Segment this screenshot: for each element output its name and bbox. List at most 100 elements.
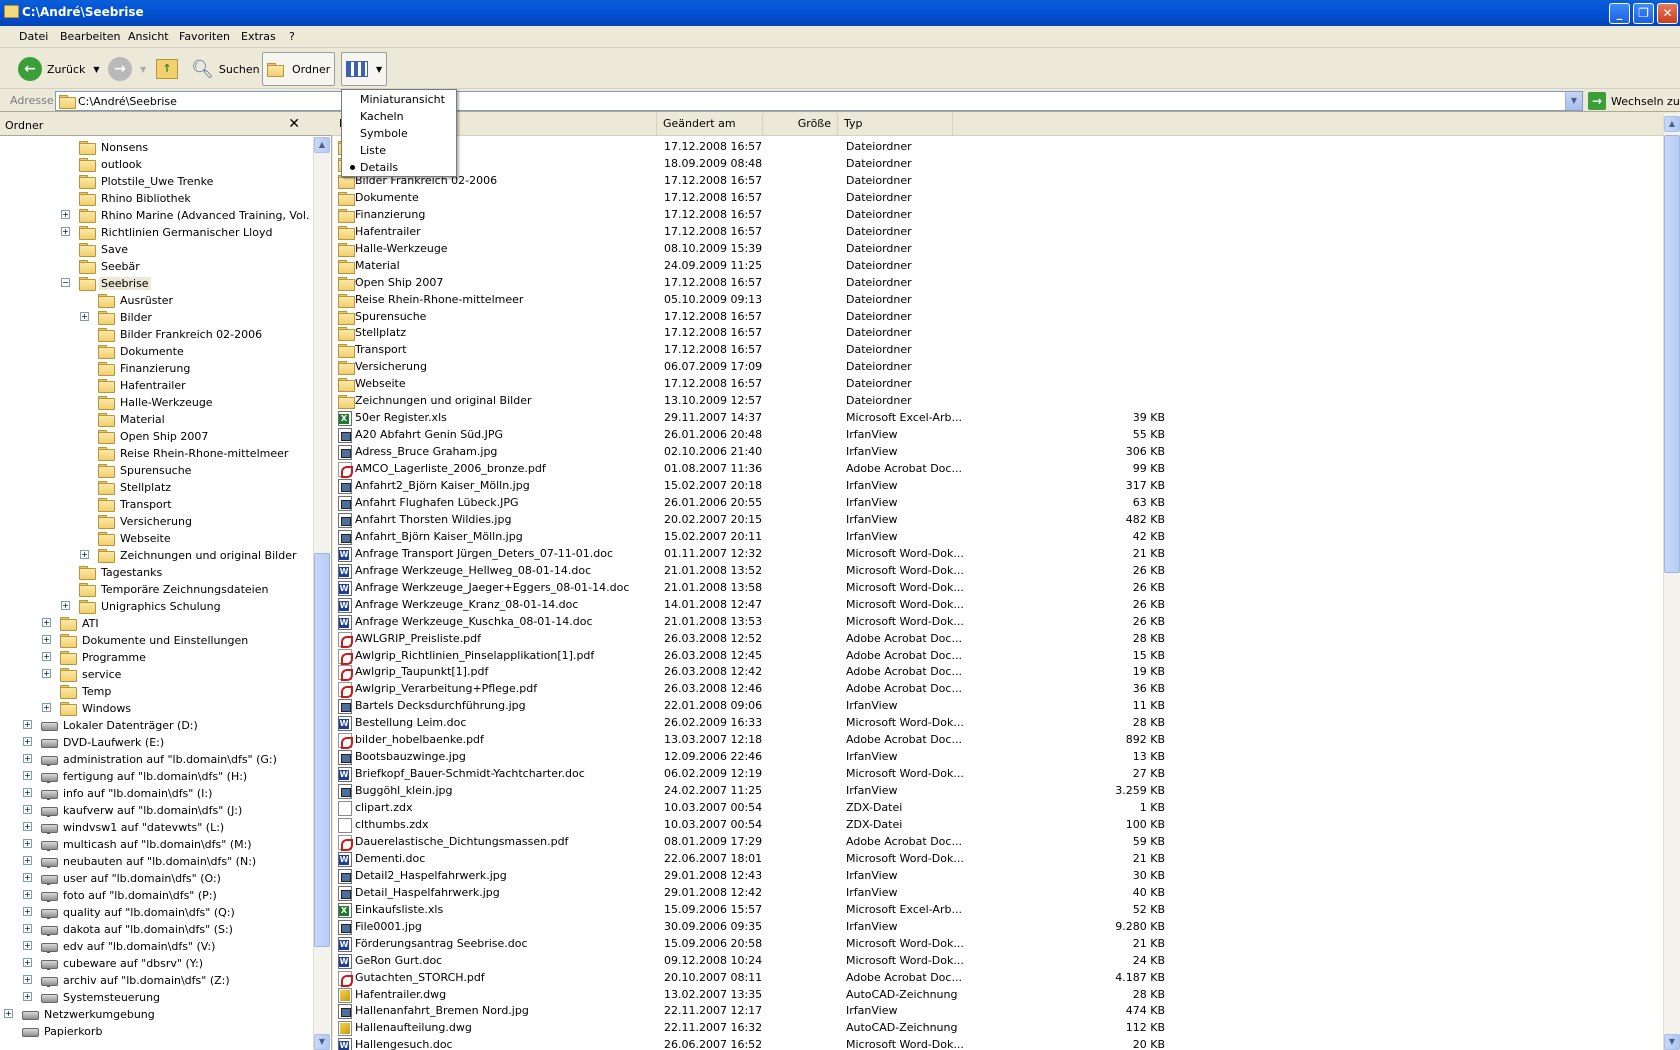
file-row[interactable]: AMCO_Lagerliste_2006_bronze.pdf 01.08.200… xyxy=(333,460,1663,479)
file-row[interactable]: Anfrage Werkzeuge_Kuschka_08-01-14.doc21… xyxy=(333,613,1663,630)
file-row[interactable]: 50er Register.xls29.11.2007 14:3739 KBMi… xyxy=(333,409,1663,427)
file-row[interactable]: clthumbs.zdx 10.03.2007 00:54 100 KB ZDX-Da… xyxy=(333,816,1663,833)
file-row[interactable]: Reise Rhein-Rhone-mittelmeer 05.10.2009 0… xyxy=(333,291,1663,308)
tree-item[interactable]: Ausrüster xyxy=(98,292,175,308)
tree-item[interactable]: + Systemsteuerung xyxy=(23,989,162,1005)
file-row[interactable]: Webseite 17.12.2008 16:57 Dateiordner xyxy=(333,375,1663,393)
expand-icon[interactable]: + xyxy=(42,635,51,644)
expand-icon[interactable]: + xyxy=(23,771,32,780)
file-row[interactable]: Zeichnungen und original Bilder 13.10.200… xyxy=(333,392,1663,410)
expand-icon[interactable]: + xyxy=(42,618,51,627)
tree-item[interactable]: + kaufverw auf "lb.domain\dfs" (J:) xyxy=(23,802,244,818)
tree-item[interactable]: + quality auf "lb.domain\dfs" (Q:) xyxy=(23,904,237,920)
scroll-thumb[interactable] xyxy=(314,553,330,947)
tree-item[interactable]: Hafentrailer xyxy=(98,377,188,393)
expand-icon[interactable]: + xyxy=(23,822,32,831)
chevron-down-icon[interactable]: ▼ xyxy=(140,65,146,74)
menu-bearbeiten[interactable]: Bearbeiten xyxy=(60,30,120,43)
file-row[interactable]: Versicherung 06.07.2009 17:09 Dateiordner xyxy=(333,358,1663,376)
file-row[interactable]: bilder_hobelbaenke.pdf 13.03.2007 12:18 89… xyxy=(333,731,1663,750)
file-row[interactable]: Material 24.09.2009 11:25 Dateiordner xyxy=(333,257,1663,274)
expand-icon[interactable]: + xyxy=(23,737,32,746)
file-row[interactable]: clipart.zdx 10.03.2007 00:54 1 KB ZDX-Datei xyxy=(333,799,1663,817)
menu-datei[interactable]: Datei xyxy=(19,30,48,43)
tree-item[interactable]: + cubeware auf "dbsrv" (Y:) xyxy=(23,955,205,971)
file-list-scrollbar[interactable]: ▲ ▼ xyxy=(1663,113,1680,1050)
expand-icon[interactable]: + xyxy=(23,805,32,814)
menu-help[interactable]: ? xyxy=(289,30,295,43)
tree-item[interactable]: + DVD-Laufwerk (E:) xyxy=(23,734,166,750)
tree-item[interactable]: outlook xyxy=(79,156,144,172)
tree-item[interactable]: Reise Rhein-Rhone-mittelmeer xyxy=(98,445,290,461)
folders-button[interactable]: Ordner xyxy=(262,52,336,86)
address-input[interactable]: C:\André\Seebrise ▼ xyxy=(55,91,1583,111)
tree-item[interactable]: + foto auf "lb.domain\dfs" (P:) xyxy=(23,887,219,903)
tree-item[interactable]: + Richtlinien Germanischer Lloyd xyxy=(61,224,274,240)
expand-icon[interactable]: + xyxy=(23,975,32,984)
expand-icon[interactable]: + xyxy=(23,958,32,967)
tree-item[interactable]: Papierkorb xyxy=(22,1023,104,1039)
expand-icon[interactable]: + xyxy=(23,788,32,797)
file-row[interactable]: Awlgrip_Taupunkt[1].pdf 26.03.2008 12:42 1… xyxy=(333,663,1663,682)
file-row[interactable]: Briefkopf_Bauer-Schmidt-Yachtcharter.doc… xyxy=(333,765,1663,783)
file-row[interactable]: A20 Abfahrt Genin Süd.JPG 26.01.2006 20:4… xyxy=(333,426,1663,444)
tree-item[interactable]: + ATI xyxy=(42,615,101,631)
menu-ansicht[interactable]: Ansicht xyxy=(128,30,169,43)
up-folder-button[interactable]: ↑ xyxy=(152,52,182,86)
file-row[interactable]: AWLGRIP_Preisliste.pdf 26.03.2008 12:52 28… xyxy=(333,630,1663,648)
file-row[interactable]: Buggöhl_klein.jpg 24.02.2007 11:25 3.259 K… xyxy=(333,782,1663,800)
expand-icon[interactable]: + xyxy=(42,652,51,661)
file-row[interactable]: Detail_Haspelfahrwerk.jpg 29.01.2008 12:4… xyxy=(333,884,1663,901)
expand-icon[interactable]: + xyxy=(23,754,32,763)
file-row[interactable]: Transport 17.12.2008 16:57 Dateiordner xyxy=(333,341,1663,359)
tree-item[interactable]: + Zeichnungen und original Bilder xyxy=(80,547,298,563)
file-row[interactable]: Dementi.doc22.06.2007 18:0121 KBMicrosof… xyxy=(333,850,1663,867)
menu-favoriten[interactable]: Favoriten xyxy=(179,30,230,43)
file-row[interactable]: Hafentrailer 17.12.2008 16:57 Dateiordner xyxy=(333,223,1663,240)
file-row[interactable]: Bilder Frankreich 02-2006 17.12.2008 16:5… xyxy=(333,172,1663,189)
tree-item[interactable]: + Lokaler Datenträger (D:) xyxy=(23,717,200,733)
tree-item[interactable]: Finanzierung xyxy=(98,360,192,376)
file-row[interactable]: Open Ship 2007 17.12.2008 16:57 Dateiordne… xyxy=(333,274,1663,291)
file-row[interactable]: File0001.jpg 30.09.2006 09:35 9.280 KB Irfa… xyxy=(333,918,1663,935)
tree-item[interactable]: Spurensuche xyxy=(98,462,193,478)
tree-item[interactable]: Versicherung xyxy=(98,513,194,529)
tree-item[interactable]: Temporäre Zeichnungsdateien xyxy=(79,581,270,597)
maximize-button[interactable]: ❐ xyxy=(1633,3,1654,24)
tree-item[interactable]: + service xyxy=(42,666,123,682)
file-row[interactable]: Anfrage Transport Jürgen_Deters_07-11-01… xyxy=(333,545,1663,562)
view-menu-item[interactable]: Kacheln xyxy=(342,108,456,125)
forward-button[interactable]: → ▼ xyxy=(104,52,150,86)
view-menu-item[interactable]: Liste xyxy=(342,142,456,159)
file-row[interactable]: Anfahrt Thorsten Wildies.jpg 20.02.2007 2… xyxy=(333,511,1663,528)
expand-icon[interactable]: + xyxy=(23,873,32,882)
tree-item[interactable]: Dokumente xyxy=(98,343,186,359)
expand-icon[interactable]: + xyxy=(4,1009,13,1018)
file-row[interactable]: Anfrage Werkzeuge_Kranz_08-01-14.doc14.0… xyxy=(333,596,1663,613)
expand-icon[interactable]: + xyxy=(80,312,89,321)
file-row[interactable]: Anfrage Werkzeuge_Hellweg_08-01-14.doc21… xyxy=(333,562,1663,579)
expand-icon[interactable]: + xyxy=(23,907,32,916)
tree-item[interactable]: Rhino Bibliothek xyxy=(79,190,193,206)
file-row[interactable]: Dauerelastische_Dichtungsmassen.pdf 08.01… xyxy=(333,833,1663,851)
tree-item[interactable]: + edv auf "lb.domain\dfs" (V:) xyxy=(23,938,217,954)
search-button[interactable]: 🔍︎ Suchen xyxy=(187,52,264,86)
file-row[interactable]: GeRon Gurt.doc09.12.2008 10:2424 KBMicro… xyxy=(333,952,1663,969)
file-row[interactable]: Förderungsantrag Seebrise.doc15.09.2006 … xyxy=(333,935,1663,952)
file-row[interactable]: Bilder18.09.2009 08:48Dateiordner xyxy=(333,155,1663,172)
column-modified[interactable]: Geändert am xyxy=(657,113,763,135)
file-row[interactable]: Anfahrt_Björn Kaiser_Mölln.jpg 15.02.2007… xyxy=(333,528,1663,545)
tree-item[interactable]: + info auf "lb.domain\dfs" (I:) xyxy=(23,785,214,801)
file-row[interactable]: Detail2_Haspelfahrwerk.jpg 29.01.2008 12:… xyxy=(333,867,1663,884)
tree-item[interactable]: + Dokumente und Einstellungen xyxy=(42,632,250,648)
tree-item[interactable]: Seebär xyxy=(79,258,142,274)
chevron-down-icon[interactable]: ▼ xyxy=(1565,92,1582,110)
tree-item[interactable]: + windvsw1 auf "datevwts" (L:) xyxy=(23,819,226,835)
tree-item[interactable]: Material xyxy=(98,411,167,427)
column-size[interactable]: Größe xyxy=(763,113,838,135)
view-menu-item[interactable]: Symbole xyxy=(342,125,456,142)
scroll-up-icon[interactable]: ▲ xyxy=(1664,116,1680,132)
tree-item[interactable]: + dakota auf "lb.domain\dfs" (S:) xyxy=(23,921,235,937)
file-row[interactable]: Stellplatz 17.12.2008 16:57 Dateiordner xyxy=(333,324,1663,342)
scroll-down-icon[interactable]: ▼ xyxy=(314,1034,330,1050)
